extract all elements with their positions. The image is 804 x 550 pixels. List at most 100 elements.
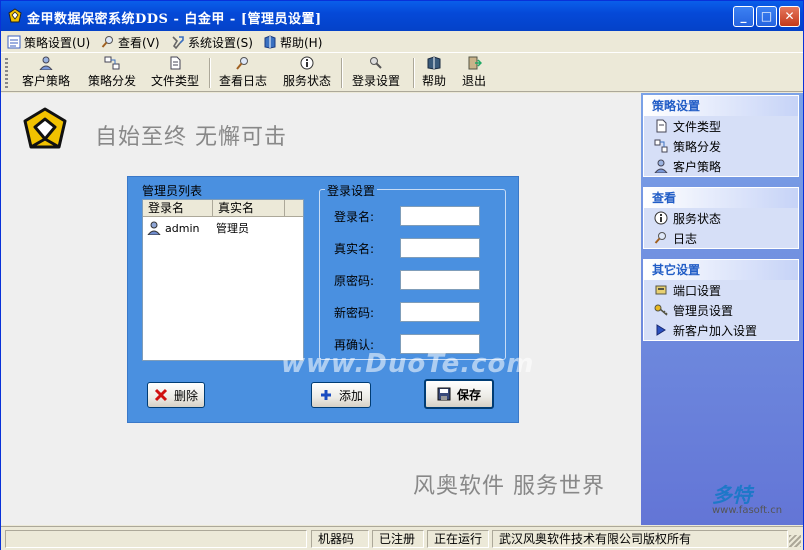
save-button[interactable]: 保存 <box>424 379 494 409</box>
column-header-real-name[interactable]: 真实名 <box>213 200 285 216</box>
distribute-icon <box>104 56 120 70</box>
sidebar-item-port-settings[interactable]: 端口设置 <box>644 280 798 300</box>
sidebar-item-log[interactable]: 日志 <box>644 228 798 248</box>
menu-help[interactable]: 帮助(H) <box>263 34 322 50</box>
toolbar-separator <box>341 58 343 88</box>
resize-grip[interactable] <box>789 535 801 547</box>
toolbar-label: 策略分发 <box>87 74 136 88</box>
key-icon <box>654 304 668 316</box>
sidebar-item-label: 管理员设置 <box>673 303 734 318</box>
sidebar-group-title[interactable]: 策略设置 <box>644 96 798 116</box>
arrow-icon <box>656 324 666 336</box>
file-type-icon <box>170 56 181 70</box>
toolbar-client-policy-button[interactable]: 客户策略 <box>15 56 77 90</box>
delete-x-icon <box>154 388 168 402</box>
toolbar-help-button[interactable]: 帮助 <box>419 56 449 90</box>
admin-list[interactable]: 登录名 真实名 admin 管理员 <box>142 199 304 361</box>
sidebar-group-view: 查看 服务状态 日志 <box>643 187 799 249</box>
old-password-input[interactable] <box>400 270 480 290</box>
slogan2-text: 风奥软件 服务世界 <box>413 474 605 499</box>
sidebar-group-title[interactable]: 其它设置 <box>644 260 798 280</box>
status-cell-copyright: 武汉风奥软件技术有限公司版权所有 <box>492 530 788 548</box>
log-icon <box>654 232 666 244</box>
toolbar-policy-distribute-button[interactable]: 策略分发 <box>81 56 143 90</box>
menu-bar: 策略设置(U) 查看(V) 系统设置(S) 帮助(H) <box>1 31 803 53</box>
toolbar-separator <box>413 58 415 88</box>
app-logo-icon <box>8 8 22 23</box>
maximize-button[interactable]: □ <box>756 6 777 27</box>
save-disk-icon <box>437 387 451 401</box>
table-row[interactable]: admin 管理员 <box>143 219 303 237</box>
help-book-icon <box>264 35 276 49</box>
sidebar-item-service-status[interactable]: 服务状态 <box>644 208 798 228</box>
login-settings-group: 登录设置 登录名: 真实名: 原密码: 新密码: 再确认: <box>319 182 506 360</box>
add-plus-icon <box>320 390 331 400</box>
toolbar-service-status-button[interactable]: 服务状态 <box>279 56 335 90</box>
info-icon <box>654 211 668 225</box>
login-name-input[interactable] <box>400 206 480 226</box>
menu-label: 系统设置(S) <box>188 35 253 50</box>
file-type-icon <box>656 119 667 133</box>
toolbar-grip[interactable] <box>5 58 8 88</box>
toolbar-exit-button[interactable]: 退出 <box>457 56 491 90</box>
sidebar-item-label: 服务状态 <box>673 211 722 226</box>
login-icon <box>370 57 382 69</box>
column-header-filler <box>285 200 303 216</box>
login-name-label: 登录名: <box>334 210 375 224</box>
sidebar-item-policy-distribute[interactable]: 策略分发 <box>644 136 798 156</box>
status-cell-machine-code: 机器码 <box>311 530 369 548</box>
menu-system-settings[interactable]: 系统设置(S) <box>171 34 253 50</box>
main-content: 自始至终 无懈可击 管理员列表 登录名 真实名 admin 管理员 登录设置 登… <box>1 93 641 525</box>
corner-watermark-sub: www.fasoft.cn <box>712 505 783 516</box>
admin-list-label: 管理员列表 <box>140 182 205 199</box>
tools-icon <box>172 36 184 49</box>
toolbar-label: 登录设置 <box>351 74 400 88</box>
sidebar-item-file-type[interactable]: 文件类型 <box>644 116 798 136</box>
status-bar: 机器码 已注册 正在运行 武汉风奥软件技术有限公司版权所有 <box>1 526 803 550</box>
close-button[interactable]: ✕ <box>779 6 800 27</box>
menu-policy-settings[interactable]: 策略设置(U) <box>7 34 90 50</box>
real-name-input[interactable] <box>400 238 480 258</box>
sidebar-group-title[interactable]: 查看 <box>644 188 798 208</box>
menu-label: 查看(V) <box>118 35 160 50</box>
info-icon <box>300 56 314 70</box>
sidebar-item-admin-settings[interactable]: 管理员设置 <box>644 300 798 320</box>
slogan-text: 自始至终 无懈可击 <box>95 125 287 150</box>
watermark-text: www.DuoTe.com <box>281 349 535 379</box>
user-icon <box>147 221 161 235</box>
sidebar-item-client-policy[interactable]: 客户策略 <box>644 156 798 176</box>
toolbar-view-log-button[interactable]: 查看日志 <box>215 56 271 90</box>
sidebar-item-label: 策略分发 <box>673 139 722 154</box>
toolbar-label: 退出 <box>461 74 486 88</box>
exit-icon <box>468 56 482 70</box>
status-cell-running: 正在运行 <box>427 530 489 548</box>
real-name-label: 真实名: <box>334 242 375 256</box>
menu-view[interactable]: 查看(V) <box>101 34 160 50</box>
toolbar-file-type-button[interactable]: 文件类型 <box>147 56 203 90</box>
minimize-button[interactable]: _ <box>733 6 754 27</box>
delete-button[interactable]: 删除 <box>147 382 205 408</box>
search-icon <box>101 36 113 48</box>
sidebar-item-label: 文件类型 <box>673 119 722 134</box>
sidebar-item-label: 端口设置 <box>673 283 722 298</box>
company-logo <box>23 107 67 149</box>
toolbar-login-settings-button[interactable]: 登录设置 <box>347 56 405 90</box>
new-password-input[interactable] <box>400 302 480 322</box>
row-login: admin <box>165 221 200 235</box>
toolbar-label: 帮助 <box>421 74 446 88</box>
sidebar: 策略设置 文件类型 策略分发 客户策略 查看 服务状态 日志 其它设置 端口设置… <box>641 93 803 525</box>
sidebar-item-new-client[interactable]: 新客户加入设置 <box>644 320 798 340</box>
save-button-label: 保存 <box>456 387 481 402</box>
toolbar: 客户策略 策略分发 文件类型 查看日志 服务状态 登录设置 帮助 退出 <box>1 54 803 92</box>
sidebar-group-other: 其它设置 端口设置 管理员设置 新客户加入设置 <box>643 259 799 341</box>
title-bar[interactable]: 金甲数据保密系统DDS - 白金甲 - [管理员设置] _ □ ✕ <box>1 1 803 31</box>
admin-settings-panel: 管理员列表 登录名 真实名 admin 管理员 登录设置 登录名: 真实名: 原… <box>127 176 519 423</box>
menu-label: 帮助(H) <box>280 35 323 50</box>
toolbar-label: 查看日志 <box>218 74 267 88</box>
toolbar-label: 文件类型 <box>150 74 199 88</box>
user-policy-icon <box>654 159 668 173</box>
column-header-login[interactable]: 登录名 <box>143 200 213 216</box>
window-title: 金甲数据保密系统DDS - 白金甲 - [管理员设置] <box>27 12 322 27</box>
corner-watermark: 多特 www.fasoft.cn <box>706 469 802 527</box>
add-button[interactable]: 添加 <box>311 382 371 408</box>
